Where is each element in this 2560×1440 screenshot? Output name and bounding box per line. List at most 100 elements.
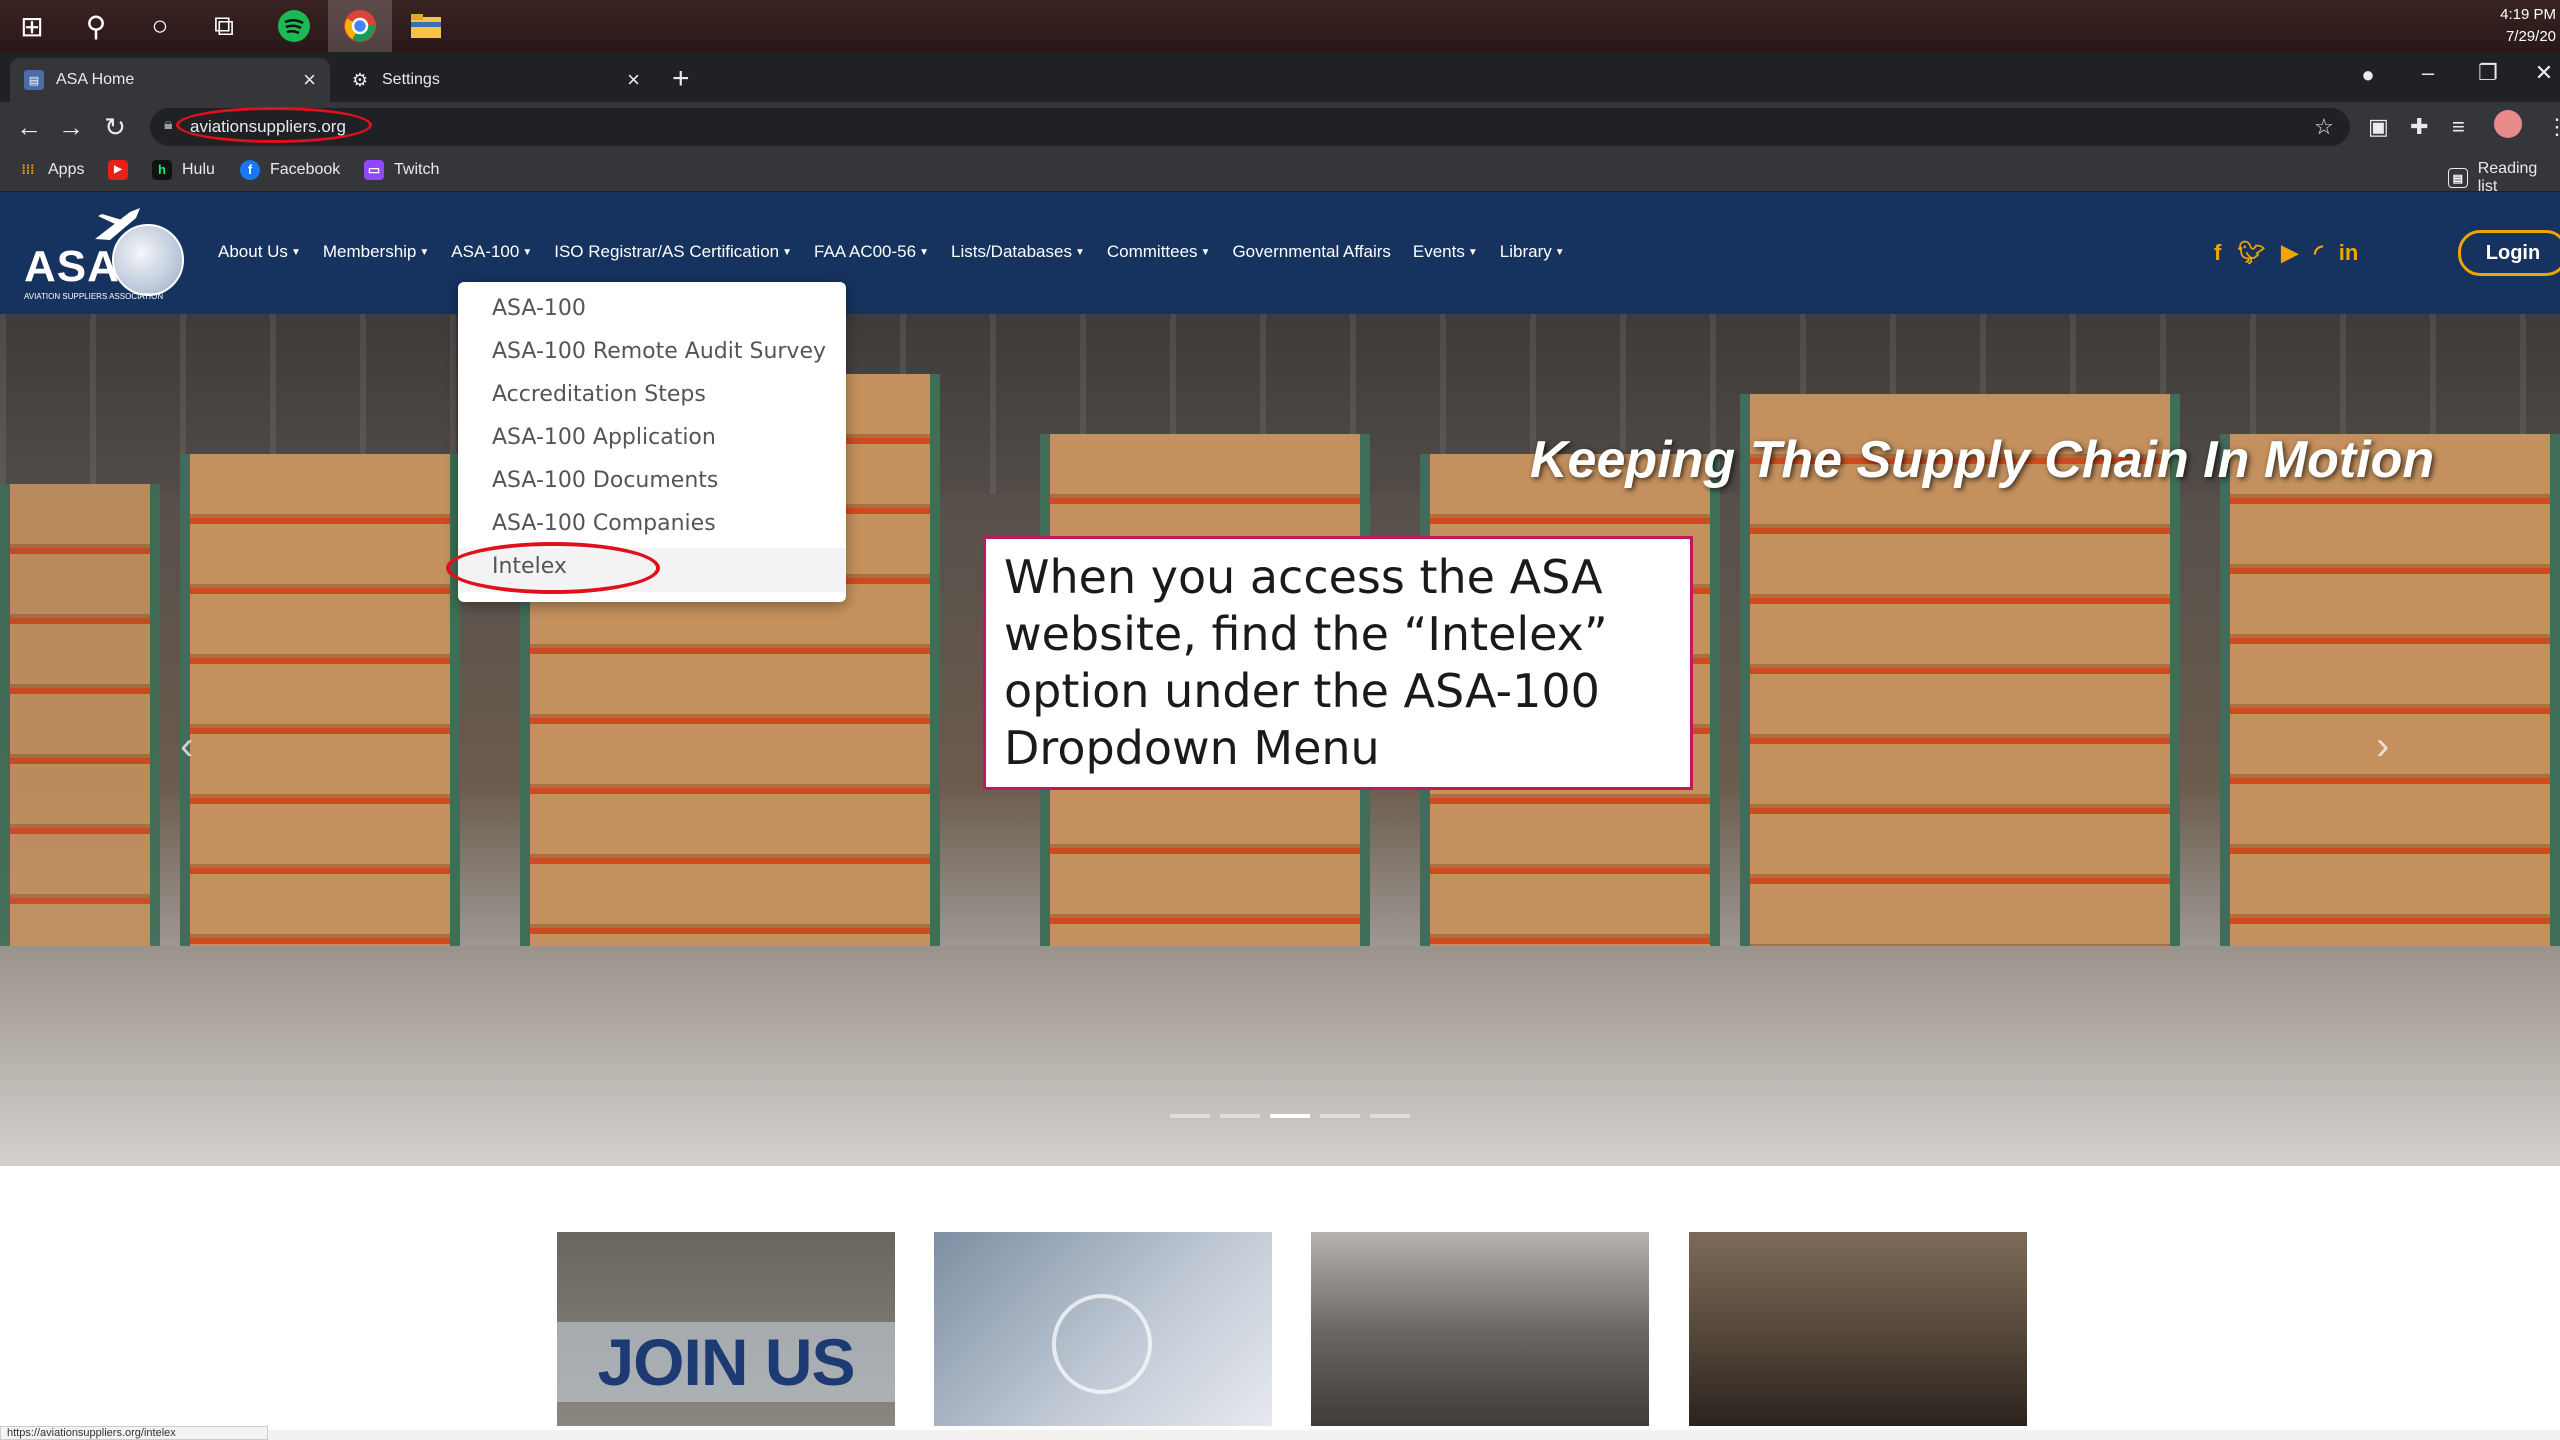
card-conference[interactable] — [1689, 1232, 2027, 1426]
main-nav: About Us ▼ Membership ▼ ASA-100 ▼ ISO Regis… — [218, 242, 1587, 262]
spotify-icon[interactable] — [262, 0, 326, 52]
carousel-next-icon[interactable]: › — [2376, 724, 2389, 769]
nav-asa-100[interactable]: ASA-100 ▼ — [451, 242, 532, 262]
url-annotation-circle — [176, 107, 372, 143]
dropdown-item-documents[interactable]: ASA-100 Documents — [492, 468, 718, 493]
twitch-icon: ▭ — [364, 160, 384, 180]
dropdown-item-companies[interactable]: ASA-100 Companies — [492, 511, 716, 536]
lock-icon: 🔒︎ — [164, 116, 173, 133]
dropdown-item-accreditation-steps[interactable]: Accreditation Steps — [492, 382, 706, 407]
nav-events[interactable]: Events ▼ — [1413, 242, 1478, 262]
clock-time: 4:19 PM — [2500, 6, 2556, 23]
new-tab-button[interactable]: + — [672, 62, 690, 96]
restore-button[interactable]: ❐ — [2458, 60, 2518, 86]
menu-kebab-icon[interactable]: ⋮ — [2546, 114, 2560, 140]
system-clock[interactable]: 4:19 PM 7/29/20 — [2500, 4, 2556, 48]
chrome-icon[interactable] — [328, 0, 392, 52]
dropdown-item-asa-100[interactable]: ASA-100 — [492, 296, 586, 321]
windows-icon[interactable]: ⊞ — [0, 0, 64, 52]
caret-down-icon: ▼ — [1467, 247, 1478, 258]
dropdown-item-application[interactable]: ASA-100 Application — [492, 425, 716, 450]
file-explorer-icon[interactable] — [394, 0, 458, 52]
tab-asa-home[interactable]: ▤ ASA Home × — [10, 58, 330, 102]
caret-down-icon: ▼ — [919, 247, 929, 258]
carousel-dot[interactable] — [1320, 1114, 1360, 1118]
minimize-button[interactable]: – — [2398, 60, 2458, 86]
carousel-dot[interactable] — [1170, 1114, 1210, 1118]
youtube-icon[interactable]: ▶ — [2281, 240, 2298, 266]
cortana-icon[interactable]: ○ — [128, 0, 192, 52]
clock-date: 7/29/20 — [2505, 28, 2556, 45]
bookmark-twitch[interactable]: ▭ Twitch — [364, 160, 439, 180]
extensions-puzzle-icon[interactable]: ✚ — [2410, 114, 2428, 140]
bookmark-facebook[interactable]: f Facebook — [240, 160, 340, 180]
nav-committees[interactable]: Committees ▼ — [1107, 242, 1211, 262]
nav-library[interactable]: Library ▼ — [1500, 242, 1565, 262]
asa-logo[interactable]: ASA AVIATION SUPPLIERS ASSOCIATION — [20, 202, 190, 302]
reading-list-label: Reading list — [2477, 160, 2538, 195]
bookmark-label: Facebook — [270, 161, 341, 178]
bookmarks-bar: ⁞⁞⁞ Apps ▶ h Hulu f Facebook ▭ Twitch ▤ … — [0, 152, 2560, 195]
social-links: f 🐦︎ ▶ ◜ in — [2214, 240, 2358, 266]
close-tab-icon[interactable]: × — [303, 67, 316, 93]
search-icon[interactable]: ⚲ — [64, 0, 128, 52]
carousel-dot-active[interactable] — [1270, 1114, 1310, 1118]
task-view-icon[interactable]: ⧉ — [192, 0, 256, 52]
reload-button[interactable]: ↻ — [98, 112, 132, 143]
nav-iso-registrar[interactable]: ISO Registrar/AS Certification ▼ — [554, 242, 792, 262]
bookmark-label: Apps — [48, 161, 85, 178]
caret-down-icon: ▼ — [290, 247, 301, 258]
reading-list-button[interactable]: ▤ Reading list — [2448, 160, 2560, 196]
tab-bar: ▤ ASA Home × ⚙ Settings × + ● – ❐ ✕ — [0, 52, 2560, 102]
nav-faa-ac00-56[interactable]: FAA AC00-56 ▼ — [814, 242, 929, 262]
facebook-icon[interactable]: f — [2214, 240, 2221, 266]
address-bar[interactable]: 🔒︎ aviationsuppliers.org — [150, 108, 2350, 146]
caret-down-icon: ▼ — [1200, 247, 1211, 258]
bookmark-hulu[interactable]: h Hulu — [152, 160, 215, 180]
login-button[interactable]: Login — [2458, 230, 2560, 276]
hulu-icon: h — [152, 160, 172, 180]
carousel-dot[interactable] — [1220, 1114, 1260, 1118]
extension-icon[interactable]: ▣ — [2368, 114, 2389, 140]
close-window-button[interactable]: ✕ — [2514, 60, 2560, 86]
forward-button[interactable]: → — [54, 112, 88, 143]
logo-tagline: AVIATION SUPPLIERS ASSOCIATION — [24, 292, 164, 301]
horizontal-scrollbar[interactable] — [268, 1430, 2560, 1440]
carousel-dot[interactable] — [1370, 1114, 1410, 1118]
certification-badge-icon — [1052, 1294, 1152, 1394]
instruction-callout: When you access the ASA website, find th… — [983, 536, 1693, 790]
profile-record-icon[interactable]: ● — [2338, 62, 2398, 88]
windows-taskbar: ⊞ ⚲ ○ ⧉ 4:19 PM 7/29/20 — [0, 0, 2560, 52]
callout-text: When you access the ASA website, find th… — [1004, 550, 1608, 775]
feature-cards: JOIN US — [0, 1166, 2560, 1440]
card-join-us[interactable]: JOIN US — [557, 1232, 895, 1426]
bookmark-apps[interactable]: ⁞⁞⁞ Apps — [18, 160, 85, 180]
logo-text: ASA — [24, 242, 120, 291]
nav-about-us[interactable]: About Us ▼ — [218, 242, 301, 262]
nav-membership[interactable]: Membership ▼ — [323, 242, 429, 262]
tab-settings[interactable]: ⚙ Settings × — [336, 58, 654, 102]
card-certification[interactable] — [934, 1232, 1272, 1426]
profile-avatar[interactable] — [2494, 110, 2522, 138]
carousel-prev-icon[interactable]: ‹ — [180, 724, 193, 769]
twitter-icon[interactable]: 🐦︎ — [2237, 240, 2265, 266]
airplane-icon — [95, 208, 140, 240]
close-tab-icon[interactable]: × — [627, 67, 640, 93]
back-button[interactable]: ← — [12, 112, 46, 143]
media-controls-icon[interactable]: ≡ — [2452, 114, 2465, 140]
nav-lists-databases[interactable]: Lists/Databases ▼ — [951, 242, 1085, 262]
caret-down-icon: ▼ — [1074, 247, 1085, 258]
bookmark-label: Twitch — [394, 161, 440, 178]
bookmark-youtube[interactable]: ▶ — [108, 160, 138, 180]
nav-governmental-affairs[interactable]: Governmental Affairs — [1232, 242, 1390, 262]
dropdown-item-remote-audit-survey[interactable]: ASA-100 Remote Audit Survey — [492, 339, 826, 364]
reading-list-icon: ▤ — [2448, 168, 2468, 188]
linkedin-icon[interactable]: in — [2339, 240, 2359, 266]
youtube-icon: ▶ — [108, 160, 128, 180]
rss-icon[interactable]: ◜ — [2314, 240, 2323, 266]
hero-tagline: Keeping The Supply Chain In Motion — [1530, 431, 2435, 489]
card-meeting-room[interactable] — [1311, 1232, 1649, 1426]
tab-label: ASA Home — [56, 71, 135, 88]
apps-grid-icon: ⁞⁞⁞ — [21, 162, 35, 177]
bookmark-star-icon[interactable]: ☆ — [2314, 114, 2334, 140]
